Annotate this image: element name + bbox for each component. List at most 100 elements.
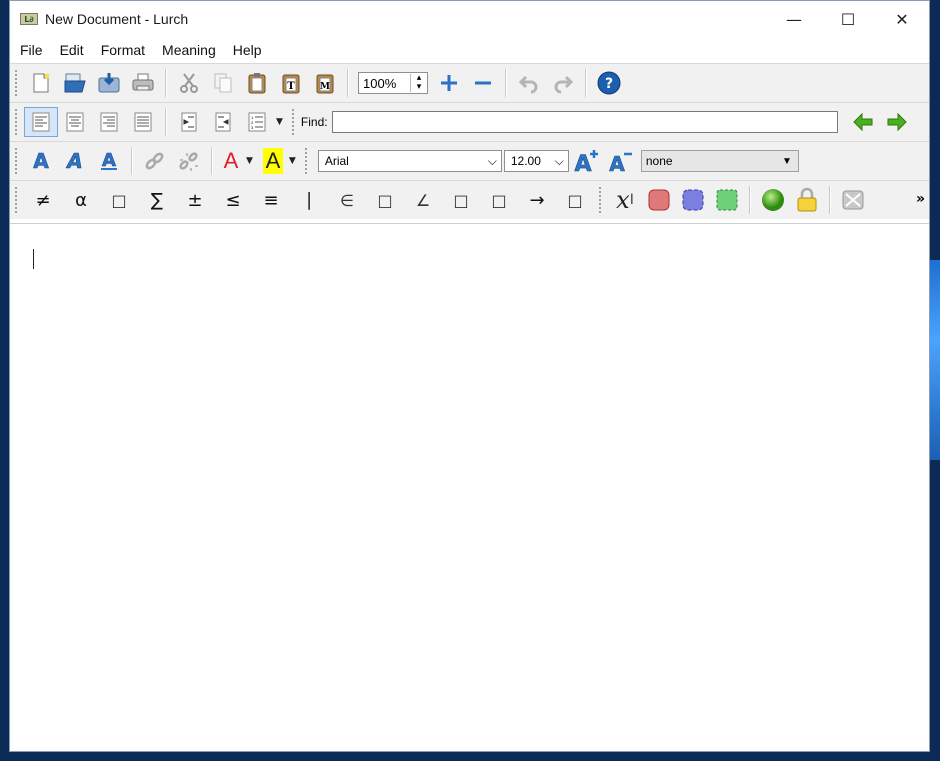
symbol-button[interactable]: □ xyxy=(442,185,480,215)
lock-button[interactable] xyxy=(790,185,824,215)
symbol-plus-minus-button[interactable]: ± xyxy=(176,185,214,215)
increase-font-button[interactable]: A xyxy=(569,146,603,176)
outdent-icon xyxy=(215,112,231,132)
plus-icon xyxy=(441,75,457,91)
indent-button[interactable] xyxy=(172,107,206,137)
svg-text:A: A xyxy=(574,152,591,174)
find-label: Find: xyxy=(300,115,328,129)
outdent-button[interactable] xyxy=(206,107,240,137)
toolbar-grip[interactable] xyxy=(598,186,602,214)
decrease-font-button[interactable]: A xyxy=(603,146,637,176)
main-toolbar: T M 100% ▴ ▾ ? xyxy=(10,63,929,102)
green-orb-icon xyxy=(762,189,784,211)
toolbar-overflow-button[interactable]: » xyxy=(916,191,925,207)
toolbar-grip[interactable] xyxy=(14,69,18,97)
redo-icon xyxy=(554,75,574,94)
close-button[interactable]: ✕ xyxy=(875,1,929,37)
find-next-button[interactable] xyxy=(880,107,914,137)
help-button[interactable]: ? xyxy=(592,68,626,98)
symbol-button[interactable]: □ xyxy=(100,185,138,215)
symbol-not-equal-button[interactable]: ≠ xyxy=(24,185,62,215)
align-left-button[interactable] xyxy=(24,107,58,137)
align-center-button[interactable] xyxy=(58,107,92,137)
toolbar-separator xyxy=(749,186,751,214)
font-family-select[interactable]: Arial ⌵ xyxy=(317,150,502,172)
symbol-divides-button[interactable]: ∣ xyxy=(290,185,328,215)
remove-link-button[interactable] xyxy=(172,146,206,176)
zoom-in-button[interactable] xyxy=(432,68,466,98)
open-folder-icon xyxy=(64,73,86,93)
font-family-value: Arial xyxy=(324,154,349,168)
menu-edit[interactable]: Edit xyxy=(52,42,93,58)
disabled-action-button[interactable] xyxy=(836,185,870,215)
paste-meaning-button[interactable]: M xyxy=(308,68,342,98)
red-bubble-icon xyxy=(648,189,670,211)
clipboard-meaning-icon: M xyxy=(316,74,334,94)
highlight-color-button[interactable]: A xyxy=(259,146,287,176)
math-toolbar: ≠ α □ ∑ ± ≤ ≡ ∣ ∈ □ ∠ □ □ → □ x I » xyxy=(10,180,929,219)
menu-format[interactable]: Format xyxy=(93,42,154,58)
undo-button[interactable] xyxy=(512,68,546,98)
symbol-element-of-button[interactable]: ∈ xyxy=(328,185,366,215)
svg-text:?: ? xyxy=(605,76,613,92)
toolbar-grip[interactable] xyxy=(290,108,295,136)
cut-button[interactable] xyxy=(172,68,206,98)
symbol-less-equal-button[interactable]: ≤ xyxy=(214,185,252,215)
symbol-arrow-button[interactable]: → xyxy=(518,185,556,215)
zoom-out-button[interactable] xyxy=(466,68,500,98)
paste-text-button[interactable]: T xyxy=(274,68,308,98)
symbol-angle-button[interactable]: ∠ xyxy=(404,185,442,215)
meaningful-expression-button[interactable] xyxy=(642,185,676,215)
bold-icon: A xyxy=(33,150,50,172)
insert-link-button[interactable] xyxy=(138,146,172,176)
context-bubble-button[interactable] xyxy=(710,185,744,215)
new-document-button[interactable] xyxy=(24,68,58,98)
maximize-button[interactable]: ☐ xyxy=(821,1,875,37)
bold-button[interactable]: A xyxy=(24,146,58,176)
zoom-spin-arrows[interactable]: ▴ ▾ xyxy=(410,74,427,92)
italic-button[interactable]: A xyxy=(58,146,92,176)
toolbar-grip[interactable] xyxy=(14,186,18,214)
symbol-equivalent-button[interactable]: ≡ xyxy=(252,185,290,215)
highlight-color-dropdown-icon[interactable]: ▼ xyxy=(289,156,296,166)
toolbar-separator xyxy=(585,69,587,97)
minimize-button[interactable]: — xyxy=(767,1,821,37)
list-style-button[interactable]: 123 xyxy=(240,107,274,137)
menu-file[interactable]: File xyxy=(12,42,52,58)
open-button[interactable] xyxy=(58,68,92,98)
paste-button[interactable] xyxy=(240,68,274,98)
text-color-dropdown-icon[interactable]: ▼ xyxy=(246,156,253,166)
text-color-button[interactable]: A xyxy=(218,146,244,176)
property-bubble-button[interactable] xyxy=(676,185,710,215)
toolbar-separator xyxy=(131,147,133,175)
font-size-value: 12.00 xyxy=(510,154,541,168)
align-right-button[interactable] xyxy=(92,107,126,137)
list-style-dropdown-icon[interactable]: ▼ xyxy=(276,117,283,127)
align-justify-button[interactable] xyxy=(126,107,160,137)
symbol-alpha-button[interactable]: α xyxy=(62,185,100,215)
symbol-button[interactable]: □ xyxy=(366,185,404,215)
insert-variable-button[interactable]: x I xyxy=(608,185,642,215)
toolbar-grip[interactable] xyxy=(14,108,18,136)
copy-icon xyxy=(214,73,232,93)
find-previous-button[interactable] xyxy=(846,107,880,137)
arrow-right-icon xyxy=(887,112,907,132)
find-input[interactable] xyxy=(331,111,838,133)
print-button[interactable] xyxy=(126,68,160,98)
font-size-select[interactable]: 12.00 ⌵ xyxy=(503,150,569,172)
menu-help[interactable]: Help xyxy=(225,42,271,58)
redo-button[interactable] xyxy=(546,68,580,98)
symbol-button[interactable]: □ xyxy=(480,185,518,215)
save-button[interactable] xyxy=(92,68,126,98)
copy-button[interactable] xyxy=(206,68,240,98)
document-editor[interactable] xyxy=(10,223,929,751)
underline-button[interactable]: A xyxy=(92,146,126,176)
toolbar-grip[interactable] xyxy=(14,147,18,175)
toolbar-grip[interactable] xyxy=(303,147,308,175)
menu-meaning[interactable]: Meaning xyxy=(154,42,225,58)
symbol-button[interactable]: □ xyxy=(556,185,594,215)
meaning-type-select[interactable]: none ▼ xyxy=(640,150,799,172)
validate-button[interactable] xyxy=(756,185,790,215)
zoom-spinbox[interactable]: 100% ▴ ▾ xyxy=(358,72,428,94)
symbol-sum-button[interactable]: ∑ xyxy=(138,185,176,215)
